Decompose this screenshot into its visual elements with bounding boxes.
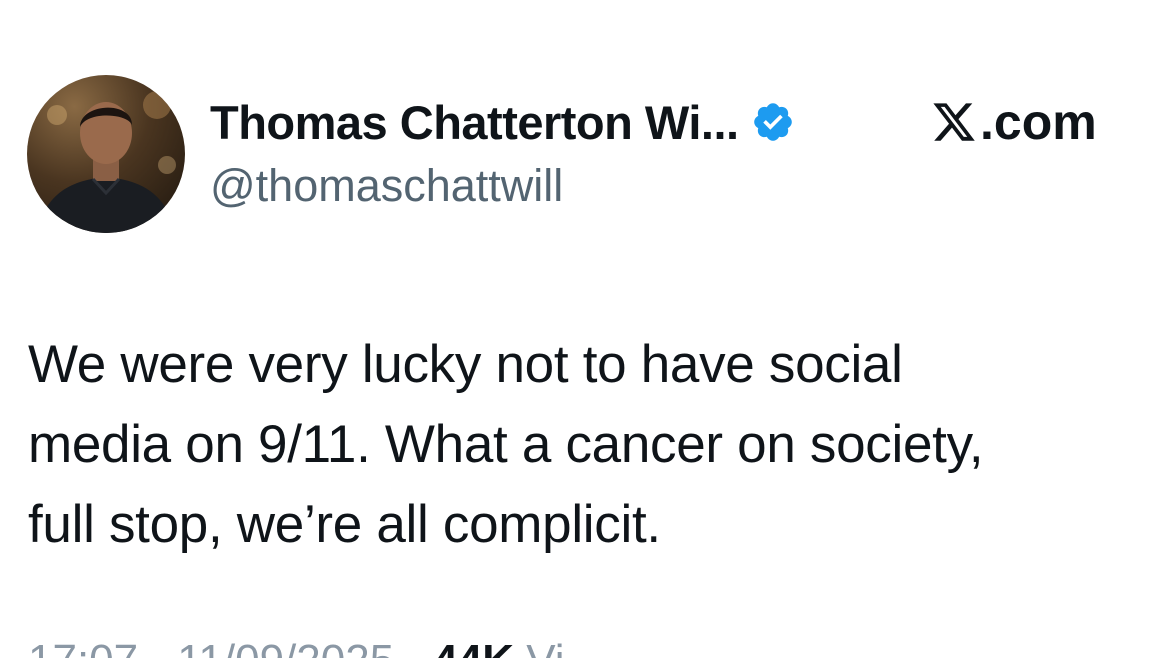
author-handle[interactable]: @thomaschattwill	[210, 160, 563, 212]
avatar-portrait	[37, 91, 176, 233]
avatar[interactable]	[27, 75, 185, 233]
site-domain: .com	[980, 94, 1097, 150]
x-logo-icon	[930, 99, 978, 145]
tweet-timestamp[interactable]: 17:07 · 11/09/2025 ·	[28, 636, 433, 658]
author-display-name[interactable]: Thomas Chatterton Wi...	[210, 95, 739, 150]
author-row: Thomas Chatterton Wi...	[210, 92, 795, 152]
tweet-meta: 17:07 · 11/09/2025 · 44K Vi	[28, 636, 565, 658]
site-label: .com	[930, 92, 1097, 152]
tweet-card: Thomas Chatterton Wi... .com @thomaschat…	[0, 0, 1169, 658]
views-label: Vi	[514, 636, 564, 658]
tweet-text: We were very lucky not to have social me…	[28, 335, 984, 554]
views-count: 44K	[433, 636, 514, 658]
verified-badge-icon	[751, 100, 795, 144]
